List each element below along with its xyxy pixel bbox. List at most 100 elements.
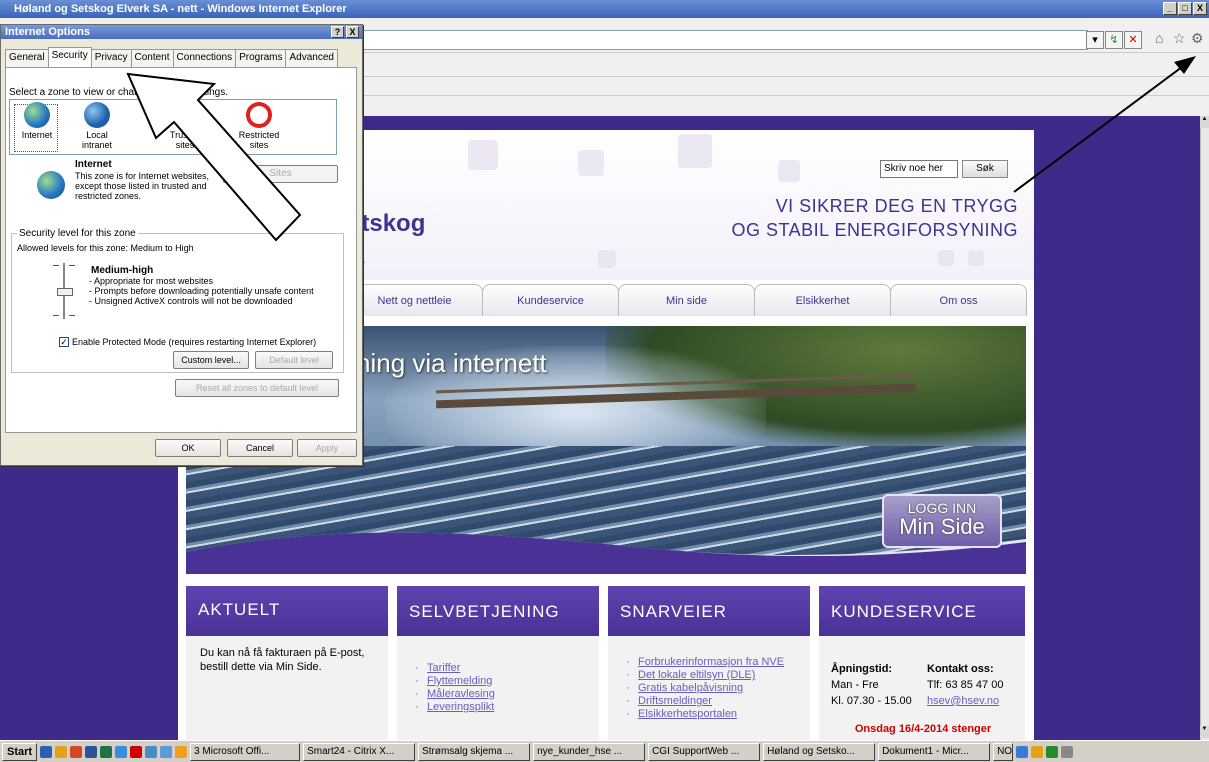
- reset-zones-button[interactable]: Reset all zones to default level: [175, 379, 339, 397]
- help-button[interactable]: ?: [331, 26, 344, 38]
- task-nye-kunder[interactable]: nye_kunder_hse ...: [533, 742, 646, 761]
- internet-options-dialog: Internet Options ? X General Security Pr…: [0, 24, 363, 466]
- sites-button[interactable]: Sites: [223, 165, 338, 183]
- security-slider-thumb[interactable]: [57, 288, 73, 296]
- link-tariffer[interactable]: Tariffer: [411, 662, 585, 675]
- nav-om-oss[interactable]: Om oss: [890, 284, 1027, 316]
- tab-content[interactable]: Content: [130, 49, 174, 67]
- language-indicator[interactable]: NO: [993, 742, 1014, 761]
- task-holand-setskog[interactable]: Høland og Setsko...: [763, 742, 876, 761]
- tools-icon[interactable]: ⚙: [1191, 30, 1204, 47]
- zone-local-intranet[interactable]: Local intranet: [72, 102, 122, 150]
- contact-label: Kontakt oss:: [927, 663, 994, 675]
- closing-notice: Onsdag 16/4-2014 stenger: [854, 723, 992, 735]
- tab-privacy[interactable]: Privacy: [90, 49, 132, 67]
- task-cgi-supportweb[interactable]: CGI SupportWeb ...: [648, 742, 761, 761]
- scroll-up-icon[interactable]: ▲: [1200, 116, 1209, 128]
- checkmark-icon: ✓: [175, 102, 195, 127]
- zone-restricted-sites[interactable]: Restricted sites: [234, 102, 284, 150]
- task-microsoft-office[interactable]: 3 Microsoft Offi...: [190, 742, 301, 761]
- dialog-tabs: General Security Privacy Content Connect…: [5, 47, 338, 67]
- close-window-button[interactable]: X: [1193, 2, 1207, 15]
- globe-icon: [24, 102, 50, 128]
- quicklaunch-icon[interactable]: [85, 745, 98, 758]
- search-input[interactable]: Skriv noe her: [880, 160, 958, 178]
- tray-icon[interactable]: [1016, 745, 1029, 758]
- link-driftsmeldinger[interactable]: Driftsmeldinger: [622, 695, 796, 708]
- login-label-2: Min Side: [899, 514, 985, 539]
- zone-list: Internet Local intranet ✓ Trusted sites …: [9, 99, 337, 155]
- nav-elsikkerhet[interactable]: Elsikkerhet: [754, 284, 891, 316]
- screen: Høland og Setskog Elverk SA - nett - Win…: [0, 0, 1209, 762]
- link-forbrukerinformasjon[interactable]: Forbrukerinformasjon fra NVE: [622, 656, 796, 669]
- email-link[interactable]: hsev@hsev.no: [927, 694, 1015, 708]
- default-level-button[interactable]: Default level: [255, 351, 333, 369]
- zone-internet[interactable]: Internet: [12, 102, 62, 140]
- internet-zone-icon: [37, 171, 65, 199]
- taskbar: Start 3 Microsoft Offi... Smart24 - Citr…: [0, 740, 1209, 762]
- intranet-icon: [84, 102, 110, 128]
- window-buttons: _ □ X: [1163, 2, 1207, 15]
- address-bar[interactable]: [360, 30, 1088, 50]
- scroll-down-icon[interactable]: ▼: [1200, 726, 1209, 738]
- custom-level-button[interactable]: Custom level...: [173, 351, 249, 369]
- tray-icon[interactable]: [1046, 745, 1059, 758]
- task-dokument1[interactable]: Dokument1 - Micr...: [878, 742, 991, 761]
- dialog-title-text: Internet Options: [5, 26, 90, 38]
- link-dle[interactable]: Det lokale eltilsyn (DLE): [622, 669, 796, 682]
- zone-description: This zone is for Internet websites, exce…: [75, 171, 210, 201]
- nav-nett-og-nettleie[interactable]: Nett og nettleie: [346, 284, 483, 316]
- phone: Tlf: 63 85 47 00: [927, 679, 1004, 691]
- favorites-icon[interactable]: ☆: [1173, 30, 1186, 47]
- quicklaunch-icon[interactable]: [175, 745, 188, 758]
- quicklaunch-icon[interactable]: [130, 745, 143, 758]
- quicklaunch-icon[interactable]: [100, 745, 113, 758]
- security-level-legend: Security level for this zone: [17, 228, 138, 239]
- maximize-button[interactable]: □: [1178, 2, 1192, 15]
- stop-icon[interactable]: ✕: [1124, 31, 1142, 49]
- start-button[interactable]: Start: [2, 742, 38, 761]
- quicklaunch-icon[interactable]: [40, 745, 53, 758]
- tab-security[interactable]: Security: [47, 47, 92, 67]
- zone-trusted-sites[interactable]: ✓ Trusted sites: [160, 102, 210, 150]
- cancel-button[interactable]: Cancel: [227, 439, 293, 457]
- tab-general[interactable]: General: [5, 49, 49, 67]
- protected-mode-checkbox[interactable]: ✓ Enable Protected Mode (requires restar…: [59, 337, 316, 347]
- box-text: Du kan nå få fakturaen på E-post, bestil…: [186, 636, 388, 742]
- link-elsikkerhetsportalen[interactable]: Elsikkerhetsportalen: [622, 708, 796, 721]
- link-maleravlesing[interactable]: Måleravlesing: [411, 688, 585, 701]
- tray-icon[interactable]: [1061, 745, 1074, 758]
- login-min-side-button[interactable]: LOGG INN Min Side: [882, 494, 1002, 548]
- close-icon[interactable]: X: [346, 26, 359, 38]
- quicklaunch-icon[interactable]: [145, 745, 158, 758]
- home-icon[interactable]: ⌂: [1155, 30, 1163, 46]
- quicklaunch-icon[interactable]: [55, 745, 68, 758]
- vertical-scrollbar[interactable]: [1200, 116, 1209, 740]
- tab-programs[interactable]: Programs: [235, 49, 287, 67]
- box-kundeservice: KUNDESERVICE Åpningstid: Kontakt oss: Ma…: [819, 586, 1025, 742]
- quicklaunch-icon[interactable]: [70, 745, 83, 758]
- box-snarveier: SNARVEIER Forbrukerinformasjon fra NVE D…: [608, 586, 810, 742]
- open-days: Man - Fre: [831, 679, 879, 691]
- minimize-button[interactable]: _: [1163, 2, 1177, 15]
- task-smart24[interactable]: Smart24 - Citrix X...: [303, 742, 416, 761]
- link-flyttemelding[interactable]: Flyttemelding: [411, 675, 585, 688]
- search-button[interactable]: Søk: [962, 160, 1008, 178]
- tab-connections[interactable]: Connections: [172, 49, 237, 67]
- link-kabelpavisning[interactable]: Gratis kabelpåvisning: [622, 682, 796, 695]
- task-stromsalg[interactable]: Strømsalg skjema ...: [418, 742, 531, 761]
- quicklaunch-icon[interactable]: [115, 745, 128, 758]
- quicklaunch-icon[interactable]: [160, 745, 173, 758]
- apply-button[interactable]: Apply: [297, 439, 357, 457]
- dropdown-icon[interactable]: ▾: [1086, 31, 1104, 49]
- compatibility-icon[interactable]: ↯: [1105, 31, 1123, 49]
- link-leveringsplikt[interactable]: Leveringsplikt: [411, 701, 585, 714]
- tab-advanced[interactable]: Advanced: [285, 49, 338, 67]
- slogan-line-2: OG STABIL ENERGIFORSYNING: [731, 220, 1018, 240]
- nav-min-side[interactable]: Min side: [618, 284, 755, 316]
- tray-icon[interactable]: [1031, 745, 1044, 758]
- nav-kundeservice[interactable]: Kundeservice: [482, 284, 619, 316]
- box-title: SELVBETJENING: [397, 586, 599, 636]
- checkbox-checked-icon[interactable]: ✓: [59, 337, 69, 347]
- ok-button[interactable]: OK: [155, 439, 221, 457]
